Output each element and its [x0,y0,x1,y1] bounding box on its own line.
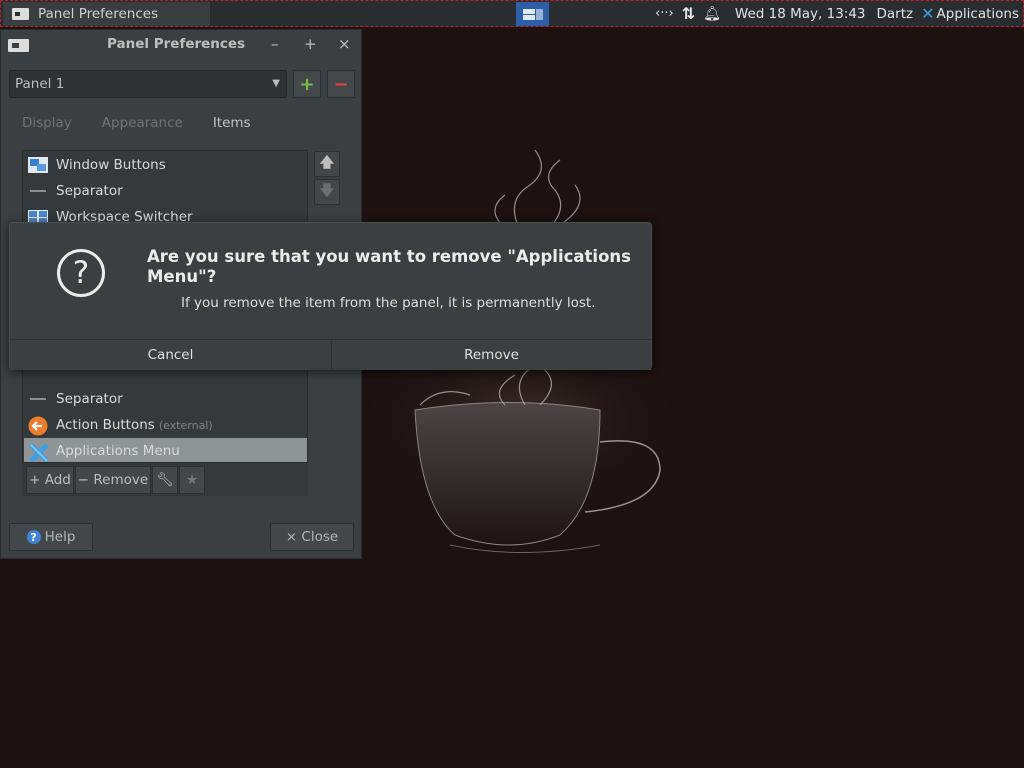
add-panel-button[interactable]: + [293,70,321,98]
applications-label: Applications [936,5,1019,22]
window-title: Panel Preferences [107,36,246,52]
list-item-selected[interactable]: Applications Menu [24,438,307,464]
list-item[interactable]: Action Buttons (external) [24,412,307,438]
preferences-tabs: Display Appearance Items [22,115,251,131]
item-properties-button[interactable]: 🔧︎ [152,466,178,494]
clock[interactable]: Wed 18 May, 13:43 [735,6,866,22]
move-up-button[interactable]: 🡅 [314,151,340,177]
action-buttons-icon [28,416,48,436]
window-buttons-icon [28,156,48,174]
remove-button[interactable]: Remove [332,340,651,370]
system-tray: ‹··› ⇅ 🔔︎ Wed 18 May, 13:43 Dartz ✕ Appl… [655,1,1019,26]
list-item[interactable]: Window Buttons [24,152,307,178]
taskbar-button-panel-preferences[interactable]: Panel Preferences [3,2,210,26]
wrench-icon: 🔧︎ [156,472,174,488]
separator-icon [28,390,48,408]
list-item[interactable]: Separator [24,178,307,204]
xfce-logo-icon: ✕ [921,4,935,23]
window-titlebar[interactable]: Panel Preferences – + × [1,30,361,60]
items-toolbar: + Add − Remove 🔧︎ ★ [22,462,308,496]
tab-items[interactable]: Items [213,115,251,131]
item-label: Separator [56,183,123,199]
help-button[interactable]: ? Help [9,523,93,551]
confirm-remove-dialog: ? Are you sure that you want to remove "… [9,222,652,370]
panel-select[interactable]: Panel 1 ▼ [9,70,287,98]
tab-display[interactable]: Display [22,115,72,131]
taskbar-button-label: Panel Preferences [38,6,159,22]
close-window-button[interactable]: × [338,35,351,53]
separator-icon [28,182,48,200]
item-external-tag: (external) [158,419,213,432]
panel-preferences-app-icon [12,8,29,20]
cancel-button[interactable]: Cancel [10,340,331,370]
star-icon: ★ [185,472,199,488]
item-label: Window Buttons [56,157,166,173]
arrow-down-icon: 🡇 [319,183,335,199]
about-item-button[interactable]: ★ [179,466,205,494]
help-icon: ? [26,530,41,544]
workspace-switcher-icon [522,7,543,21]
chevron-down-icon: ▼ [272,78,280,89]
close-button[interactable]: × Close [270,523,354,551]
add-item-button[interactable]: + Add [26,466,74,494]
remove-item-button[interactable]: − Remove [75,466,151,494]
top-panel: Panel Preferences ‹··› ⇅ 🔔︎ Wed 18 May, … [0,0,1024,27]
dialog-actions: Cancel Remove [10,339,651,370]
list-item[interactable]: Separator [24,386,307,412]
item-label: Action Buttons (external) [56,417,213,433]
network-activity-icon[interactable]: ‹··› [655,6,674,21]
tab-appearance[interactable]: Appearance [102,115,183,131]
updown-arrows-icon[interactable]: ⇅ [682,4,695,23]
user-name[interactable]: Dartz [877,6,914,22]
applications-menu-button[interactable]: ✕ Applications [921,4,1019,23]
applications-menu-icon [28,442,49,463]
workspace-switcher[interactable] [516,2,549,26]
arrow-up-icon: 🡅 [319,155,335,171]
item-label: Separator [56,391,123,407]
dialog-message: If you remove the item from the panel, i… [181,295,596,311]
question-icon: ? [57,249,105,297]
remove-panel-button[interactable]: − [327,70,355,98]
panel-select-value: Panel 1 [15,76,65,92]
bell-icon[interactable]: 🔔︎ [703,6,721,22]
minimize-button[interactable]: – [271,35,279,53]
maximize-button[interactable]: + [304,35,317,53]
dialog-title: Are you sure that you want to remove "Ap… [147,247,631,286]
move-down-button[interactable]: 🡇 [314,179,340,205]
item-label: Applications Menu [56,443,180,459]
help-label: Help [44,529,76,545]
window-app-icon [8,39,29,52]
